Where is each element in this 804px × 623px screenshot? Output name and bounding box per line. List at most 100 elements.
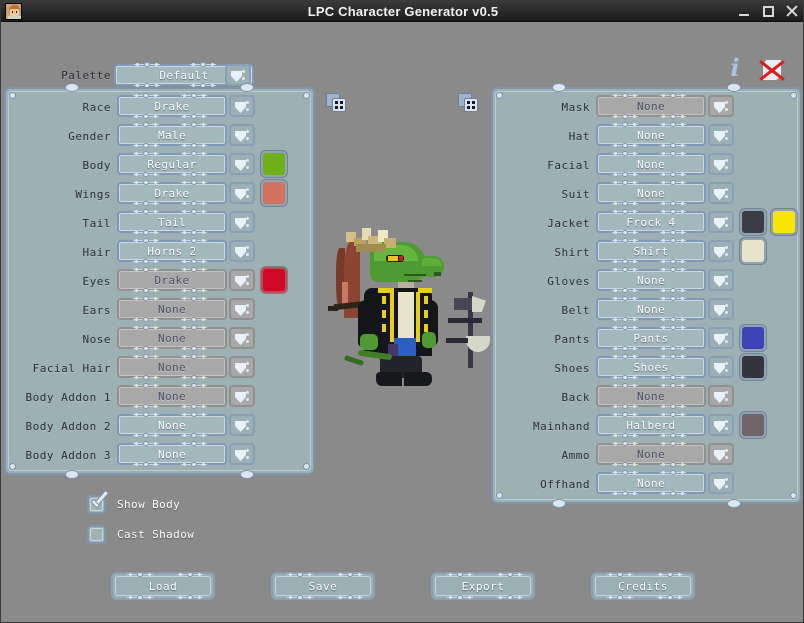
- body-option-dropdown-eyes[interactable]: Drake: [117, 267, 227, 293]
- equipment-option-color-swatch2-jacket[interactable]: [771, 209, 797, 235]
- equipment-option-dropdown-arrow-back[interactable]: [708, 385, 734, 407]
- body-option-value-body: Regular: [147, 157, 197, 171]
- equipment-option-dropdown-shirt[interactable]: Shirt: [596, 238, 706, 264]
- body-option-dropdown-arrow-facial-hair[interactable]: [229, 356, 255, 378]
- body-option-dropdown-arrow-gender[interactable]: [229, 124, 255, 146]
- equipment-option-dropdown-arrow-hat[interactable]: [708, 124, 734, 146]
- body-option-dropdown-body-addon-1[interactable]: None: [117, 383, 227, 409]
- equipment-option-value-shirt: Shirt: [633, 244, 669, 258]
- cast-shadow-option[interactable]: Cast Shadow: [87, 525, 194, 544]
- body-option-dropdown-tail[interactable]: Tail: [117, 209, 227, 235]
- equipment-option-color-swatch-shirt[interactable]: [740, 238, 766, 264]
- info-icon[interactable]: i: [727, 56, 743, 80]
- equipment-option-dropdown-suit[interactable]: None: [596, 180, 706, 206]
- equipment-option-label-ammo: Ammo: [561, 449, 590, 462]
- equipment-option-dropdown-arrow-offhand[interactable]: [708, 472, 734, 494]
- equipment-option-color-swatch-jacket[interactable]: [740, 209, 766, 235]
- body-option-dropdown-nose[interactable]: None: [117, 325, 227, 351]
- equipment-option-dropdown-offhand[interactable]: None: [596, 470, 706, 496]
- equipment-option-dropdown-arrow-mask[interactable]: [708, 95, 734, 117]
- window-controls: [738, 1, 799, 22]
- body-option-value-wings: Drake: [154, 186, 190, 200]
- save-button[interactable]: Save: [271, 572, 375, 600]
- equipment-option-dropdown-back[interactable]: None: [596, 383, 706, 409]
- body-option-color-swatch-eyes[interactable]: [261, 267, 287, 293]
- equipment-option-dropdown-arrow-shirt[interactable]: [708, 240, 734, 262]
- equipment-option-value-shoes: Shoes: [633, 360, 669, 374]
- show-body-option[interactable]: Show Body: [87, 491, 180, 514]
- body-option-value-tail: Tail: [157, 215, 187, 229]
- maximize-button[interactable]: [762, 5, 775, 18]
- credits-button[interactable]: Credits: [591, 572, 695, 600]
- cast-shadow-checkbox[interactable]: [87, 525, 106, 544]
- dice-icon-left[interactable]: [326, 93, 348, 113]
- body-option-dropdown-gender[interactable]: Male: [117, 122, 227, 148]
- equipment-option-color-swatch-shoes[interactable]: [740, 354, 766, 380]
- equipment-option-dropdown-arrow-belt[interactable]: [708, 298, 734, 320]
- body-option-dropdown-arrow-tail[interactable]: [229, 211, 255, 233]
- body-option-dropdown-body[interactable]: Regular: [117, 151, 227, 177]
- equipment-option-dropdown-mainhand[interactable]: Halberd: [596, 412, 706, 438]
- no-background-icon[interactable]: [759, 58, 785, 84]
- body-option-dropdown-ears[interactable]: None: [117, 296, 227, 322]
- equipment-option-dropdown-ammo[interactable]: None: [596, 441, 706, 467]
- load-button[interactable]: Load: [111, 572, 215, 600]
- export-button[interactable]: Export: [431, 572, 535, 600]
- export-button-label: Export: [461, 579, 505, 593]
- body-option-dropdown-body-addon-3[interactable]: None: [117, 441, 227, 467]
- body-option-dropdown-arrow-nose[interactable]: [229, 327, 255, 349]
- equipment-option-dropdown-hat[interactable]: None: [596, 122, 706, 148]
- palette-dropdown-arrow[interactable]: [225, 64, 251, 86]
- equipment-option-dropdown-jacket[interactable]: Frock 4: [596, 209, 706, 235]
- body-option-dropdown-arrow-hair[interactable]: [229, 240, 255, 262]
- equipment-option-dropdown-arrow-mainhand[interactable]: [708, 414, 734, 436]
- body-option-label-body-addon-3: Body Addon 3: [25, 449, 111, 462]
- equipment-option-color-swatch-pants[interactable]: [740, 325, 766, 351]
- equipment-option-color-swatch-mainhand[interactable]: [740, 412, 766, 438]
- body-option-dropdown-arrow-eyes[interactable]: [229, 269, 255, 291]
- show-body-checkbox[interactable]: [87, 491, 108, 514]
- equipment-option-dropdown-arrow-jacket[interactable]: [708, 211, 734, 233]
- body-option-dropdown-arrow-body-addon-3[interactable]: [229, 443, 255, 465]
- body-option-dropdown-arrow-race[interactable]: [229, 95, 255, 117]
- character-sprite-preview[interactable]: [322, 226, 490, 401]
- body-option-color-swatch-body[interactable]: [261, 151, 287, 177]
- equipment-option-dropdown-arrow-pants[interactable]: [708, 327, 734, 349]
- body-option-label-nose: Nose: [82, 333, 111, 346]
- close-button[interactable]: [786, 5, 799, 18]
- equipment-option-value-facial: None: [636, 157, 666, 171]
- equipment-option-dropdown-belt[interactable]: None: [596, 296, 706, 322]
- body-option-value-body-addon-3: None: [157, 447, 187, 461]
- equipment-option-dropdown-arrow-suit[interactable]: [708, 182, 734, 204]
- equipment-option-dropdown-arrow-ammo[interactable]: [708, 443, 734, 465]
- equipment-option-dropdown-shoes[interactable]: Shoes: [596, 354, 706, 380]
- cast-shadow-label: Cast Shadow: [117, 528, 195, 541]
- equipment-option-value-ammo: None: [636, 447, 666, 461]
- body-option-label-gender: Gender: [68, 130, 111, 143]
- body-option-dropdown-facial-hair[interactable]: None: [117, 354, 227, 380]
- body-option-dropdown-race[interactable]: Drake: [117, 93, 227, 119]
- equipment-option-dropdown-arrow-facial[interactable]: [708, 153, 734, 175]
- body-option-dropdown-hair[interactable]: Horns 2: [117, 238, 227, 264]
- equipment-option-dropdown-gloves[interactable]: None: [596, 267, 706, 293]
- equipment-option-label-suit: Suit: [561, 188, 590, 201]
- minimize-button[interactable]: [738, 5, 751, 18]
- equipment-option-dropdown-arrow-gloves[interactable]: [708, 269, 734, 291]
- equipment-option-dropdown-arrow-shoes[interactable]: [708, 356, 734, 378]
- equipment-option-dropdown-pants[interactable]: Pants: [596, 325, 706, 351]
- equipment-option-dropdown-mask[interactable]: None: [596, 93, 706, 119]
- body-option-dropdown-arrow-body-addon-2[interactable]: [229, 414, 255, 436]
- body-option-dropdown-arrow-wings[interactable]: [229, 182, 255, 204]
- body-option-dropdown-arrow-body-addon-1[interactable]: [229, 385, 255, 407]
- toolbar: Palette Default i: [1, 22, 803, 88]
- body-option-dropdown-arrow-ears[interactable]: [229, 298, 255, 320]
- dice-icon-right[interactable]: [458, 93, 480, 113]
- body-option-dropdown-body-addon-2[interactable]: None: [117, 412, 227, 438]
- equipment-option-label-jacket: Jacket: [547, 217, 590, 230]
- body-option-dropdown-arrow-body[interactable]: [229, 153, 255, 175]
- body-option-color-swatch-wings[interactable]: [261, 180, 287, 206]
- equipment-option-label-shoes: Shoes: [554, 362, 590, 375]
- equipment-option-dropdown-facial[interactable]: None: [596, 151, 706, 177]
- body-option-dropdown-wings[interactable]: Drake: [117, 180, 227, 206]
- body-option-value-body-addon-1: None: [157, 389, 187, 403]
